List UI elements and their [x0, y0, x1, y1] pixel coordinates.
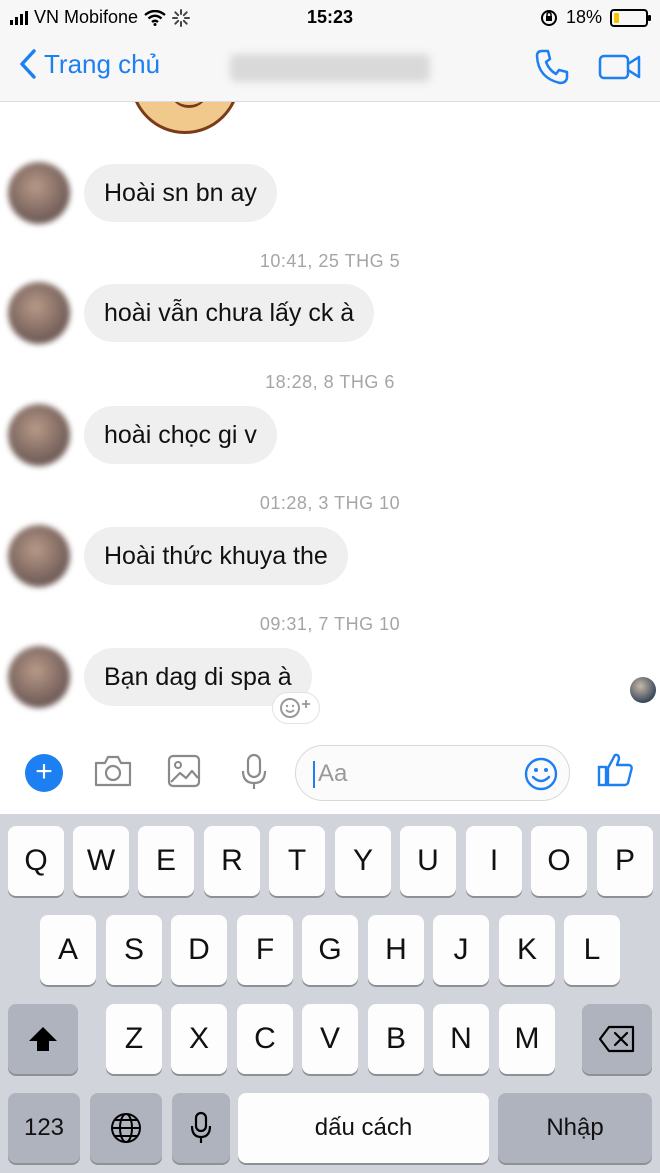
add-reaction-icon — [280, 698, 310, 718]
globe-icon — [111, 1113, 141, 1143]
key-t[interactable]: T — [269, 826, 325, 896]
message-row: Bạn dag di spa à — [8, 646, 312, 708]
chat-header: Trang chủ — [0, 34, 660, 102]
key-q[interactable]: Q — [8, 826, 64, 896]
message-timestamp: 09:31, 7 THG 10 — [259, 614, 401, 634]
back-button[interactable]: Trang chủ — [18, 48, 160, 80]
add-reaction-button[interactable] — [272, 692, 320, 724]
dictation-icon — [190, 1111, 212, 1143]
message-row: Hoài thức khuya the — [8, 525, 348, 587]
key-r[interactable]: R — [204, 826, 260, 896]
key-j[interactable]: J — [433, 915, 489, 985]
key-s[interactable]: S — [106, 915, 162, 985]
key-a[interactable]: A — [40, 915, 96, 985]
message-timestamp: 01:28, 3 THG 10 — [259, 493, 401, 513]
key-i[interactable]: I — [466, 826, 522, 896]
globe-key[interactable] — [90, 1093, 162, 1163]
key-n[interactable]: N — [433, 1004, 489, 1074]
avatar[interactable] — [8, 525, 70, 587]
key-v[interactable]: V — [302, 1004, 358, 1074]
chevron-left-icon — [20, 49, 36, 79]
key-d[interactable]: D — [171, 915, 227, 985]
space-key[interactable]: dấu cách — [238, 1093, 489, 1163]
return-key[interactable]: Nhập — [498, 1093, 652, 1163]
key-y[interactable]: Y — [335, 826, 391, 896]
key-z[interactable]: Z — [106, 1004, 162, 1074]
key-l[interactable]: L — [564, 915, 620, 985]
key-k[interactable]: K — [499, 915, 555, 985]
key-c[interactable]: C — [237, 1004, 293, 1074]
message-timestamp: 10:41, 25 THG 5 — [259, 251, 401, 271]
dictation-key[interactable] — [172, 1093, 230, 1163]
backspace-key[interactable] — [582, 1004, 652, 1074]
microphone-icon[interactable] — [238, 752, 270, 792]
status-bar: VN Mobifone 15:23 18% — [0, 0, 660, 34]
sticker-image[interactable] — [130, 102, 240, 134]
numbers-key[interactable]: 123 — [8, 1093, 80, 1163]
shift-key[interactable] — [8, 1004, 78, 1074]
orientation-lock-icon — [540, 9, 557, 26]
message-bubble[interactable]: Hoài thức khuya the — [84, 527, 348, 585]
key-m[interactable]: M — [499, 1004, 555, 1074]
keyboard: Q W E R T Y U I O P A S D F G H J K L Z … — [0, 814, 660, 1173]
message-row: hoài vẫn chưa lấy ck à — [8, 282, 375, 344]
back-label: Trang chủ — [44, 48, 161, 79]
key-g[interactable]: G — [302, 915, 358, 985]
contact-name-blurred[interactable] — [230, 54, 430, 82]
message-bubble[interactable]: hoài vẫn chưa lấy ck à — [84, 284, 375, 342]
video-camera-icon[interactable] — [598, 48, 642, 86]
seen-receipt-avatar — [630, 677, 656, 703]
message-row: Hoài sn bn ay — [8, 162, 277, 224]
message-bubble[interactable]: hoài chọc gi v — [84, 406, 277, 464]
avatar[interactable] — [8, 282, 70, 344]
plus-icon[interactable]: + — [25, 754, 63, 792]
text-caret — [313, 761, 315, 788]
key-x[interactable]: X — [171, 1004, 227, 1074]
avatar[interactable] — [8, 162, 70, 224]
message-input[interactable]: Aa — [295, 745, 570, 801]
thumbs-up-icon[interactable] — [596, 750, 636, 790]
message-bubble[interactable]: Hoài sn bn ay — [84, 164, 277, 222]
key-f[interactable]: F — [237, 915, 293, 985]
key-h[interactable]: H — [368, 915, 424, 985]
key-p[interactable]: P — [597, 826, 653, 896]
backspace-icon — [598, 1025, 635, 1053]
status-right: 18% — [540, 7, 651, 28]
image-icon[interactable] — [166, 752, 202, 790]
phone-icon[interactable] — [534, 48, 570, 86]
key-e[interactable]: E — [138, 826, 194, 896]
message-list[interactable]: Hoài sn bn ay 10:41, 25 THG 5 hoài vẫn c… — [0, 102, 660, 730]
message-composer: + Aa — [0, 730, 660, 814]
key-u[interactable]: U — [400, 826, 456, 896]
key-o[interactable]: O — [531, 826, 587, 896]
message-timestamp: 18:28, 8 THG 6 — [265, 372, 395, 392]
battery-percent: 18% — [565, 7, 602, 27]
key-b[interactable]: B — [368, 1004, 424, 1074]
key-w[interactable]: W — [73, 826, 129, 896]
battery-icon — [610, 8, 651, 27]
shift-icon — [29, 1027, 57, 1051]
emoji-icon[interactable] — [523, 756, 559, 792]
message-row: hoài chọc gi v — [8, 404, 277, 466]
avatar[interactable] — [8, 404, 70, 466]
message-input-placeholder: Aa — [318, 760, 348, 787]
camera-icon[interactable] — [93, 752, 133, 790]
call-actions — [534, 48, 642, 86]
avatar[interactable] — [8, 646, 70, 708]
